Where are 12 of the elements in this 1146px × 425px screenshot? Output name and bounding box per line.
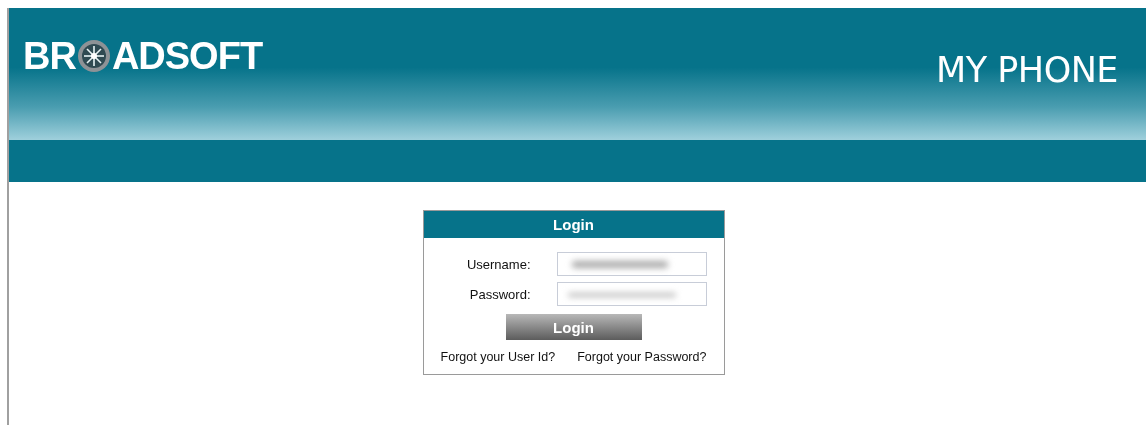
field-label: Password: (468, 286, 531, 302)
password-field[interactable] (556, 282, 707, 306)
logo-text: BR (23, 37, 76, 75)
forgot-link[interactable]: Forgot your User Id? (440, 350, 556, 364)
panel-title: Login (423, 211, 724, 238)
logo-text: ADSOFT (111, 37, 263, 75)
app-title: MY PHONE (936, 50, 1118, 90)
username-field[interactable] (556, 252, 707, 276)
globe-icon (76, 39, 111, 73)
field-label: Username: (465, 256, 531, 272)
login-button[interactable]: Login (505, 314, 642, 340)
forgot-link[interactable]: Forgot your Password? (577, 350, 707, 364)
